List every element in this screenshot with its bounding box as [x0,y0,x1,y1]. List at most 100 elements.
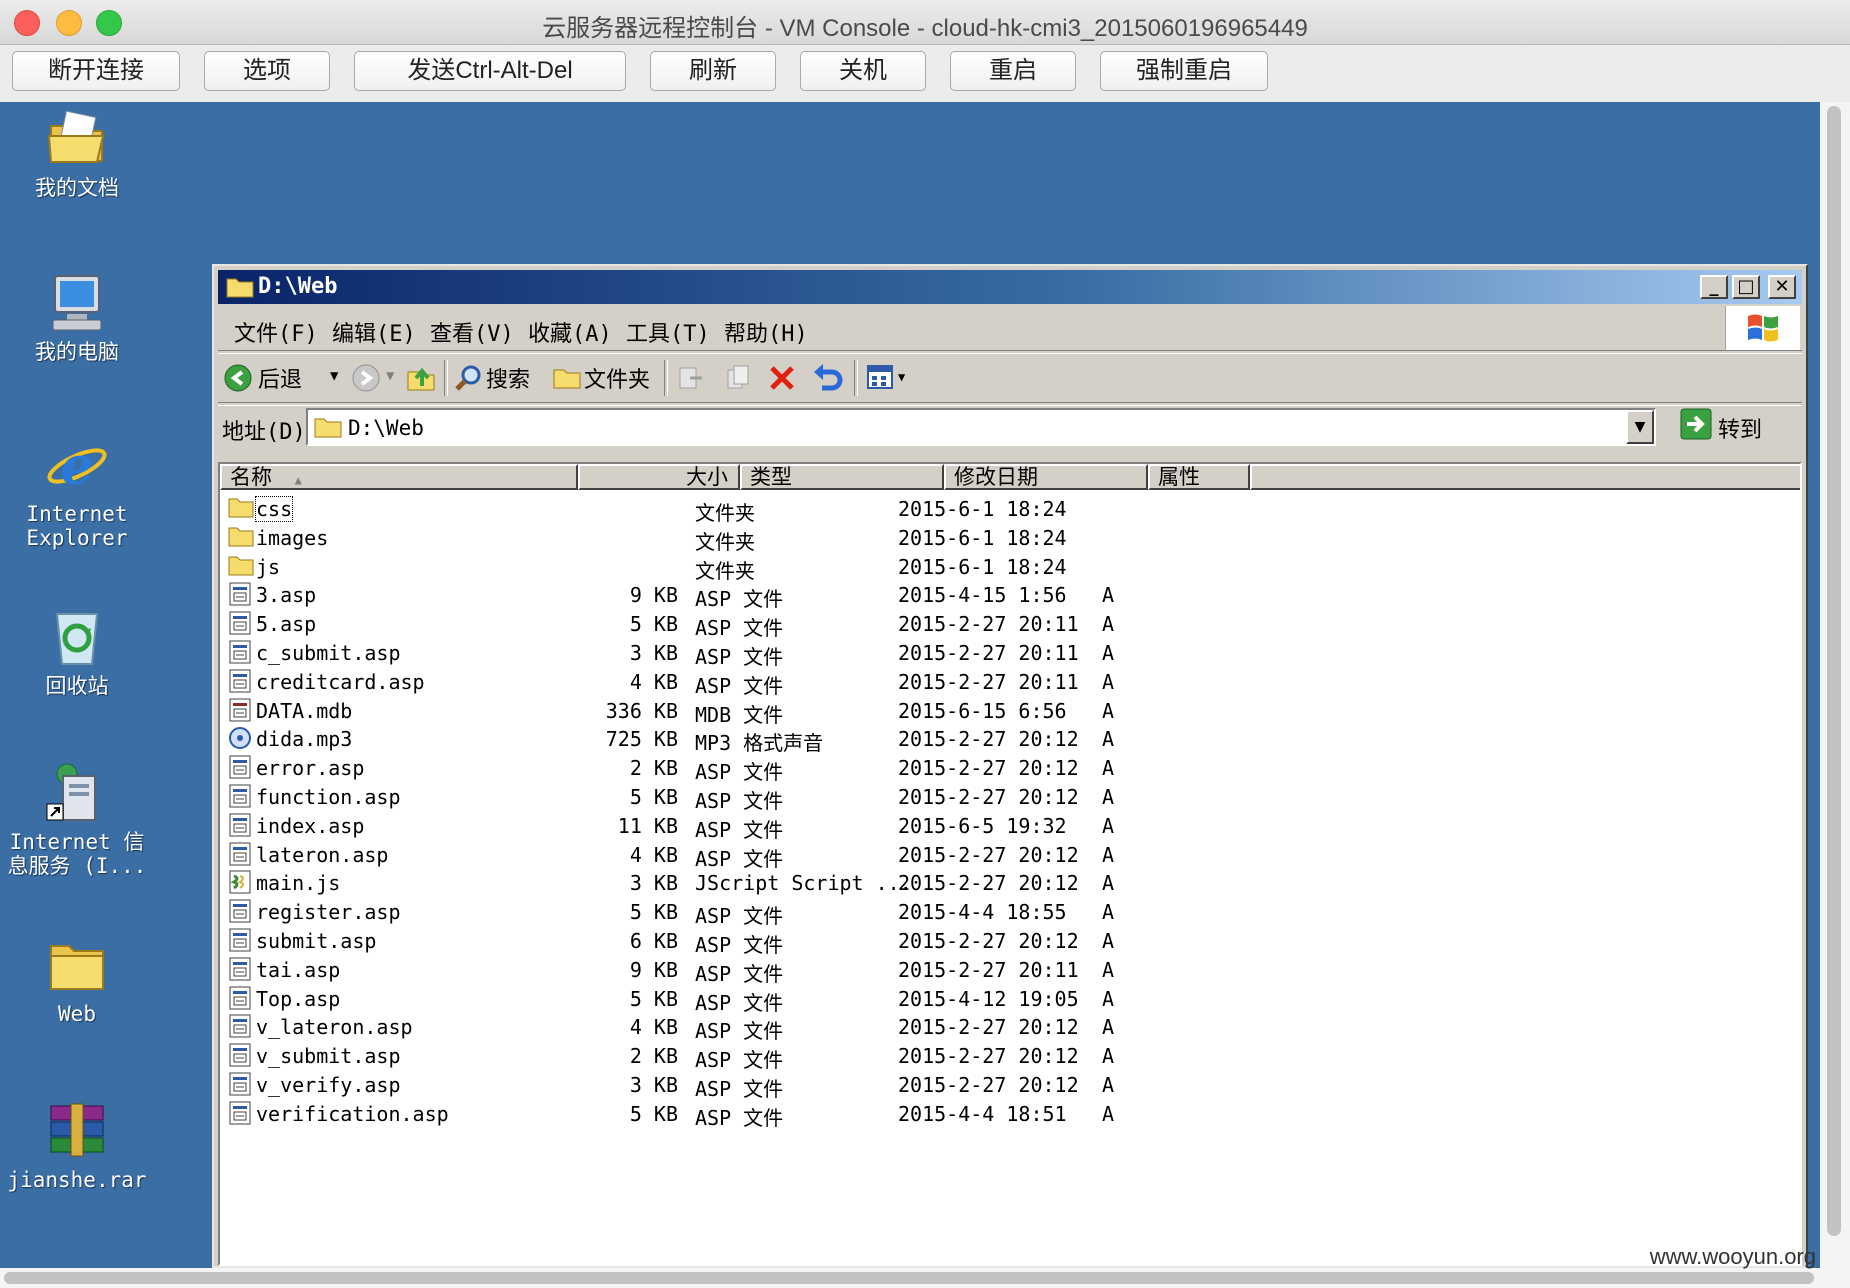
file-name: 5.asp [256,612,317,637]
file-size: 4 KB [629,669,678,694]
desktop-icon-internet-explorer[interactable]: e Internet Explorer [2,432,152,550]
file-name: v_lateron.asp [256,1015,413,1040]
file-modified-date: 2015-2-27 20:12 [898,784,1079,809]
file-name: c_submit.asp [256,640,401,665]
mp3-file-icon [228,726,254,750]
file-row[interactable]: submit.asp 6 KB ASP 文件 2015-2-27 20:12 A [220,926,1800,957]
file-row[interactable]: Top.asp 5 KB ASP 文件 2015-4-12 19:05 A [220,984,1800,1015]
file-row[interactable]: tai.asp 9 KB ASP 文件 2015-2-27 20:11 A [220,955,1800,986]
file-size: 9 KB [629,957,678,982]
file-row[interactable]: error.asp 2 KB ASP 文件 2015-2-27 20:12 A [220,753,1800,784]
column-header-attributes[interactable]: 属性 [1148,464,1250,490]
desktop-icon-my-documents[interactable]: 我的文档 [2,106,152,200]
desktop-icon-my-computer[interactable]: 我的电脑 [2,270,152,364]
up-folder-icon[interactable] [406,362,436,392]
column-header-name[interactable]: 名称 ▲ [220,464,578,490]
file-modified-date: 2015-2-27 20:11 [898,669,1079,694]
force-restart-button[interactable]: 强制重启 [1100,51,1268,91]
back-arrow-icon[interactable] [224,364,252,392]
file-row[interactable]: index.asp 11 KB ASP 文件 2015-6-5 19:32 A [220,811,1800,842]
column-header-filler [1250,464,1800,490]
desktop-icon-web-folder[interactable]: Web [2,932,152,1026]
menu-favorites[interactable]: 收藏(A) [528,316,612,348]
forward-arrow-icon[interactable] [352,364,380,392]
file-row[interactable]: verification.asp 5 KB ASP 文件 2015-4-4 18:51… [220,1099,1800,1130]
file-attributes: A [1102,813,1115,838]
file-name: DATA.mdb [256,698,353,723]
recycle-bin-icon [45,604,109,668]
menu-file[interactable]: 文件(F) [234,316,318,348]
views-dropdown-icon[interactable]: ▼ [898,370,905,384]
move-to-icon[interactable] [676,364,706,392]
shutdown-button[interactable]: 关机 [800,51,926,91]
file-row[interactable]: v_verify.asp 3 KB ASP 文件 2015-2-27 20:12 A [220,1070,1800,1101]
delete-icon[interactable] [768,364,798,392]
file-list[interactable]: 名称 ▲ 大小 类型 修改日期 属性 css 文件夹 2015-6-1 18:24 i… [218,462,1802,1266]
vertical-scroll-thumb[interactable] [1827,106,1841,1236]
file-row[interactable]: js 文件夹 2015-6-1 18:24 [220,552,1800,583]
toolbar-separator [444,360,448,396]
file-row[interactable]: 5.asp 5 KB ASP 文件 2015-2-27 20:11 A [220,609,1800,640]
explorer-titlebar[interactable]: D:\Web _ □ ✕ [218,270,1802,304]
menu-tools[interactable]: 工具(T) [626,316,710,348]
remote-desktop[interactable]: 我的文档 我的电脑 e Internet Explorer 回收站 Intern… [0,102,1820,1268]
file-row[interactable]: register.asp 5 KB ASP 文件 2015-4-4 18:55 A [220,897,1800,928]
restart-button[interactable]: 重启 [950,51,1076,91]
desktop-icon-label: 我的电脑 [35,340,119,364]
address-input[interactable]: D:\Web ▼ [306,408,1656,446]
close-button[interactable]: ✕ [1768,275,1796,299]
views-icon[interactable] [866,364,896,392]
undo-icon[interactable] [812,362,844,392]
back-button[interactable]: 后退 [258,362,302,394]
file-type: ASP 文件 [695,817,784,842]
maximize-button[interactable]: □ [1732,275,1760,299]
menu-edit[interactable]: 编辑(E) [332,316,416,348]
file-list-header: 名称 ▲ 大小 类型 修改日期 属性 [220,464,1800,490]
options-button[interactable]: 选项 [204,51,330,91]
folders-button[interactable]: 文件夹 [584,362,650,394]
send-ctrl-alt-del-button[interactable]: 发送Ctrl-Alt-Del [354,51,626,91]
file-row[interactable]: v_lateron.asp 4 KB ASP 文件 2015-2-27 20:12 A [220,1012,1800,1043]
file-row[interactable]: v_submit.asp 2 KB ASP 文件 2015-2-27 20:12 A [220,1041,1800,1073]
copy-to-icon[interactable] [724,364,754,392]
file-type: ASP 文件 [695,961,784,986]
file-row[interactable]: DATA.mdb 336 KB MDB 文件 2015-6-15 6:56 A [220,696,1800,727]
back-dropdown-icon[interactable]: ▼ [330,368,338,384]
minimize-button[interactable]: _ [1700,275,1728,299]
desktop-icon-iis[interactable]: Internet 信 息服务 (I... [2,760,152,878]
column-header-type[interactable]: 类型 [740,464,944,490]
file-row[interactable]: c_submit.asp 3 KB ASP 文件 2015-2-27 20:11 A [220,638,1800,669]
desktop-icon-recycle-bin[interactable]: 回收站 [2,604,152,698]
file-name: Top.asp [256,986,341,1011]
file-modified-date: 2015-2-27 20:12 [898,871,1079,896]
disconnect-button[interactable]: 断开连接 [12,51,180,91]
file-name: verification.asp [256,1101,449,1126]
menu-help[interactable]: 帮助(H) [724,316,808,348]
file-row[interactable]: css 文件夹 2015-6-1 18:24 [220,494,1800,525]
file-row[interactable]: dida.mp3 725 KB MP3 格式声音 2015-2-27 20:12 A [220,724,1800,755]
column-header-date[interactable]: 修改日期 [944,464,1148,490]
file-size: 11 KB [617,813,678,838]
horizontal-scrollbar[interactable] [0,1268,1850,1288]
file-row[interactable]: main.js 3 KB JScript Script ... 2015-2-27 2… [220,868,1800,897]
horizontal-scroll-thumb[interactable] [4,1272,1814,1284]
file-row[interactable]: images 文件夹 2015-6-1 18:24 [220,523,1800,554]
file-row[interactable]: lateron.asp 4 KB ASP 文件 2015-2-27 20:12 A [220,840,1800,871]
window-titlebar: 云服务器远程控制台 - VM Console - cloud-hk-cmi3_2… [0,0,1850,45]
file-name: js [256,554,281,579]
address-dropdown-button[interactable]: ▼ [1626,410,1654,444]
file-modified-date: 2015-2-27 20:12 [898,1044,1079,1069]
file-row[interactable]: creditcard.asp 4 KB ASP 文件 2015-2-27 20:11 A [220,667,1800,698]
search-button[interactable]: 搜索 [486,362,530,394]
file-type: JScript Script ... [695,871,912,896]
column-header-size[interactable]: 大小 [578,464,740,490]
desktop-icon-jianshe-rar[interactable]: jianshe.rar [2,1098,152,1192]
menu-view[interactable]: 查看(V) [430,316,514,348]
vertical-scrollbar[interactable] [1820,102,1850,1268]
refresh-button[interactable]: 刷新 [650,51,776,91]
file-row[interactable]: function.asp 5 KB ASP 文件 2015-2-27 20:12 A [220,782,1800,813]
file-type: ASP 文件 [695,1048,784,1073]
file-row[interactable]: 3.asp 9 KB ASP 文件 2015-4-15 1:56 A [220,580,1800,611]
file-attributes: A [1102,1044,1115,1069]
forward-dropdown-icon[interactable]: ▼ [386,368,394,384]
